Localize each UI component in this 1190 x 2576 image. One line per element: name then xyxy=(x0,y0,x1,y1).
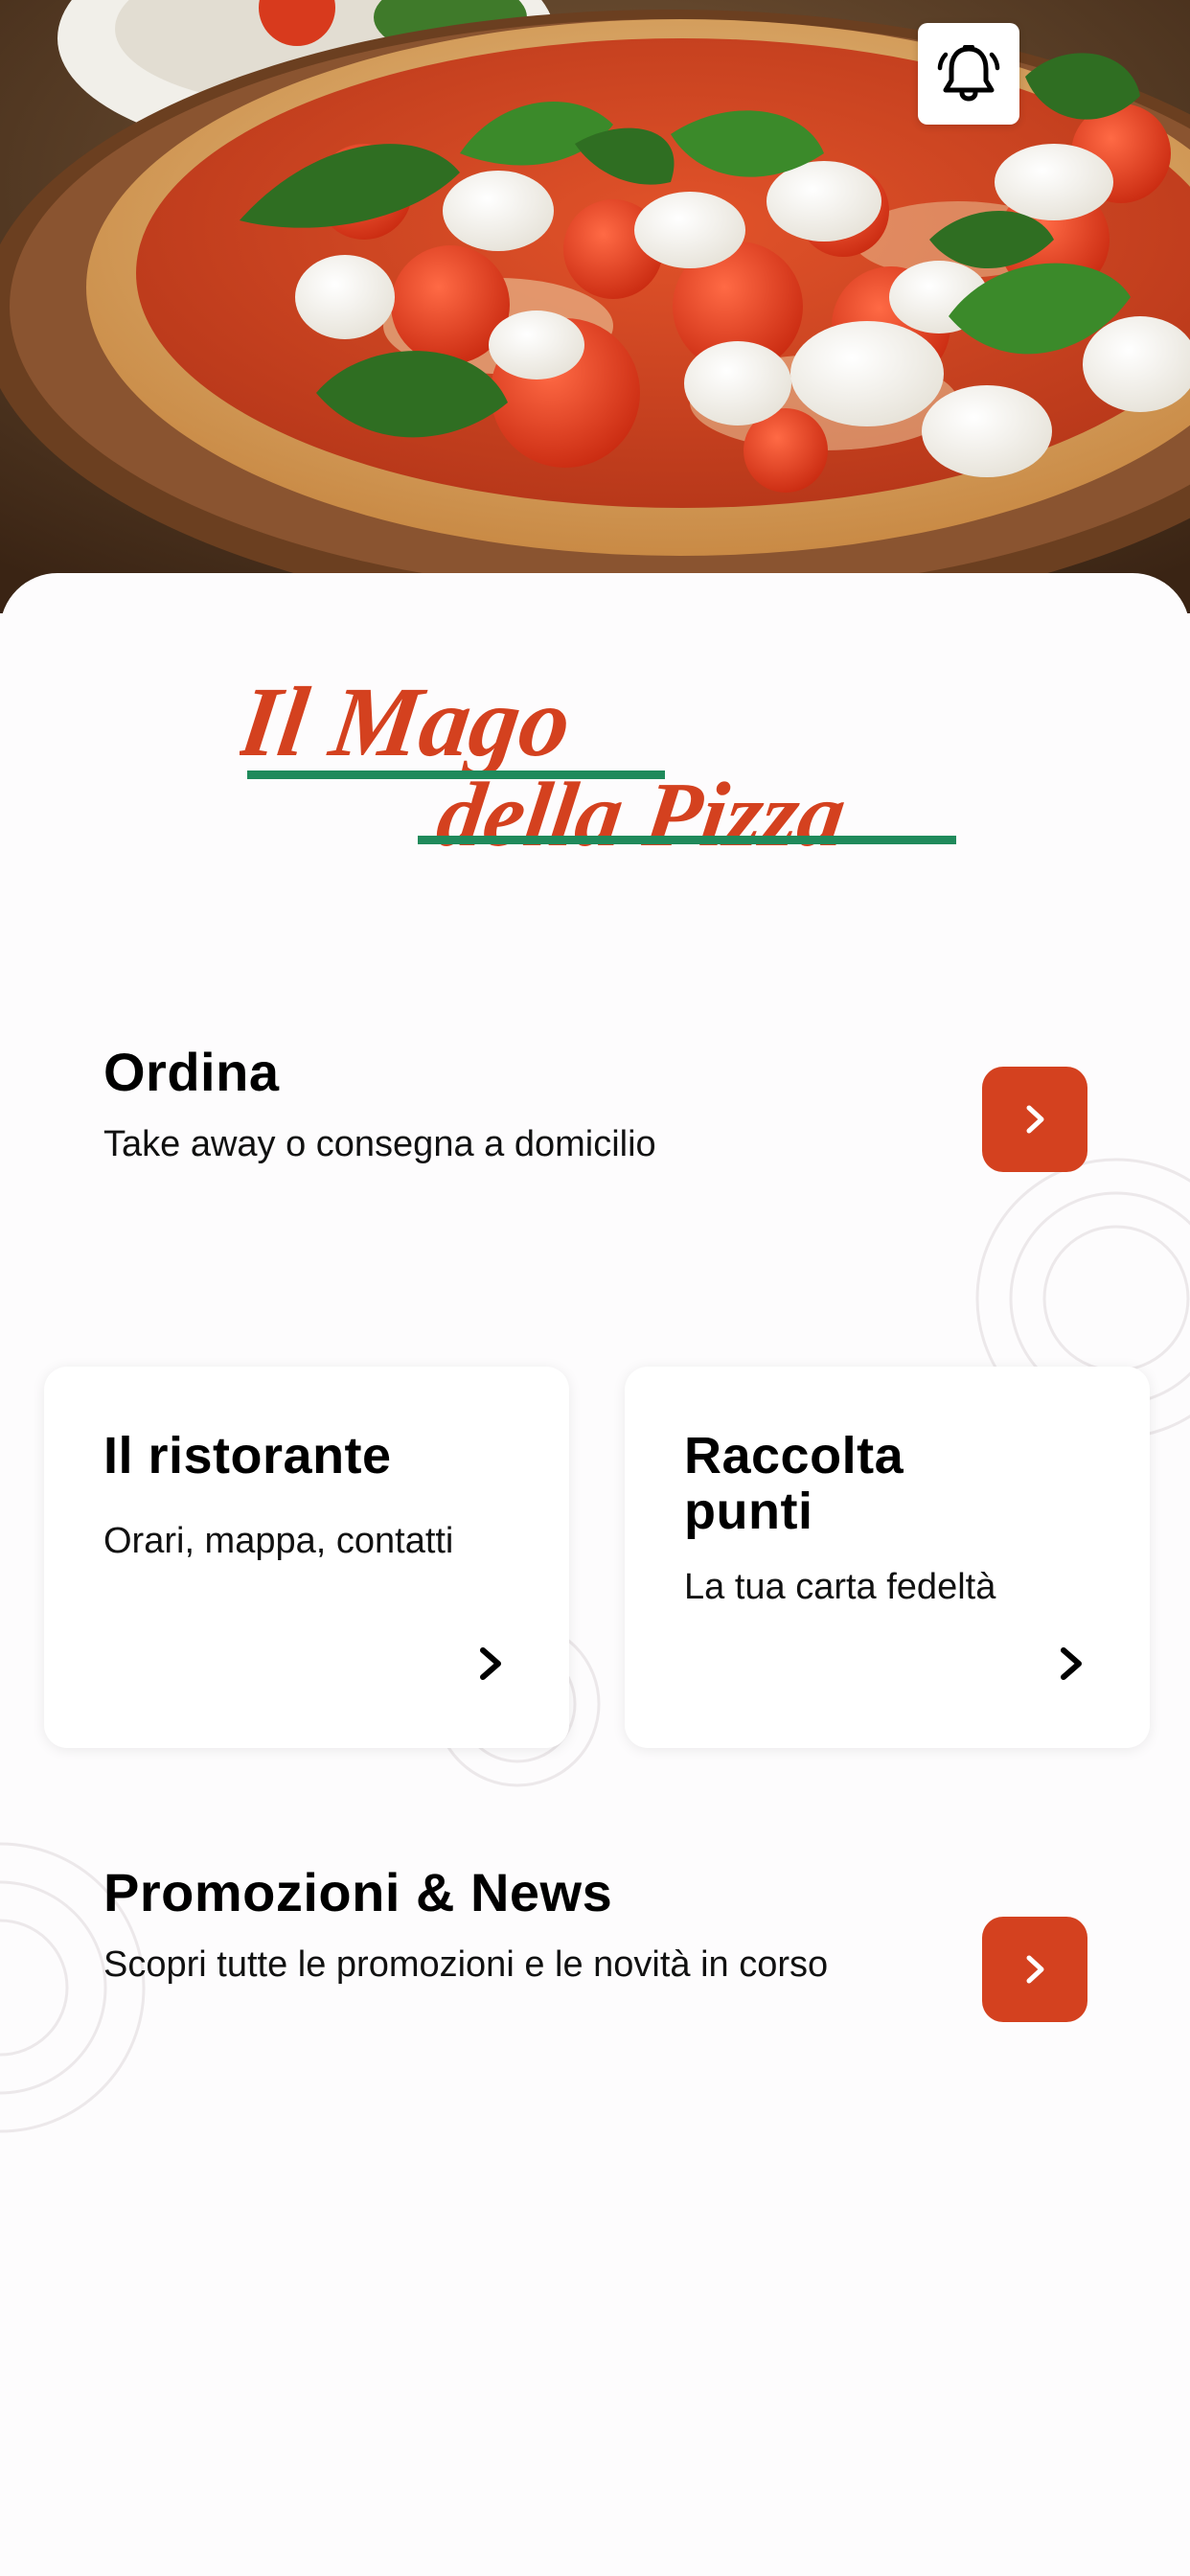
chevron-right-icon xyxy=(1026,1955,1044,1984)
promotions-section[interactable]: Promozioni & News Scopri tutte le promoz… xyxy=(103,1863,851,1993)
order-button[interactable] xyxy=(982,1067,1087,1172)
bell-icon xyxy=(937,45,1000,102)
order-title: Ordina xyxy=(103,1042,280,1102)
home-content-sheet: Il Mago della Pizza Ordina Take away o c… xyxy=(0,573,1190,2576)
loyalty-card[interactable]: Raccolta punti La tua carta fedeltà xyxy=(625,1367,1150,1748)
promotions-subtitle: Scopri tutte le promozioni e le novità i… xyxy=(103,1944,829,1985)
chevron-right-icon xyxy=(1061,1647,1082,1680)
restaurant-title: Il ristorante xyxy=(103,1427,392,1484)
chevron-right-icon xyxy=(480,1647,501,1680)
loyalty-subtitle: La tua carta fedeltà xyxy=(684,1567,996,1607)
hero-pizza-image xyxy=(0,0,1190,613)
notifications-button[interactable] xyxy=(918,23,1019,125)
loyalty-title: Raccolta punti xyxy=(684,1427,904,1540)
svg-text:della Pizza: della Pizza xyxy=(431,763,852,864)
promotions-title: Promozioni & News xyxy=(103,1862,613,1922)
chevron-right-icon xyxy=(1026,1105,1044,1134)
order-subtitle: Take away o consegna a domicilio xyxy=(103,1124,656,1164)
restaurant-chevron[interactable] xyxy=(462,1635,519,1692)
brand-logo: Il Mago della Pizza xyxy=(240,666,956,865)
promotions-button[interactable] xyxy=(982,1917,1087,2022)
loyalty-chevron[interactable] xyxy=(1042,1635,1100,1692)
svg-text:Il Mago: Il Mago xyxy=(240,666,578,776)
restaurant-subtitle: Orari, mappa, contatti xyxy=(103,1521,454,1561)
order-section[interactable]: Ordina Take away o consegna a domicilio xyxy=(103,1043,656,1173)
restaurant-card[interactable]: Il ristorante Orari, mappa, contatti xyxy=(44,1367,569,1748)
